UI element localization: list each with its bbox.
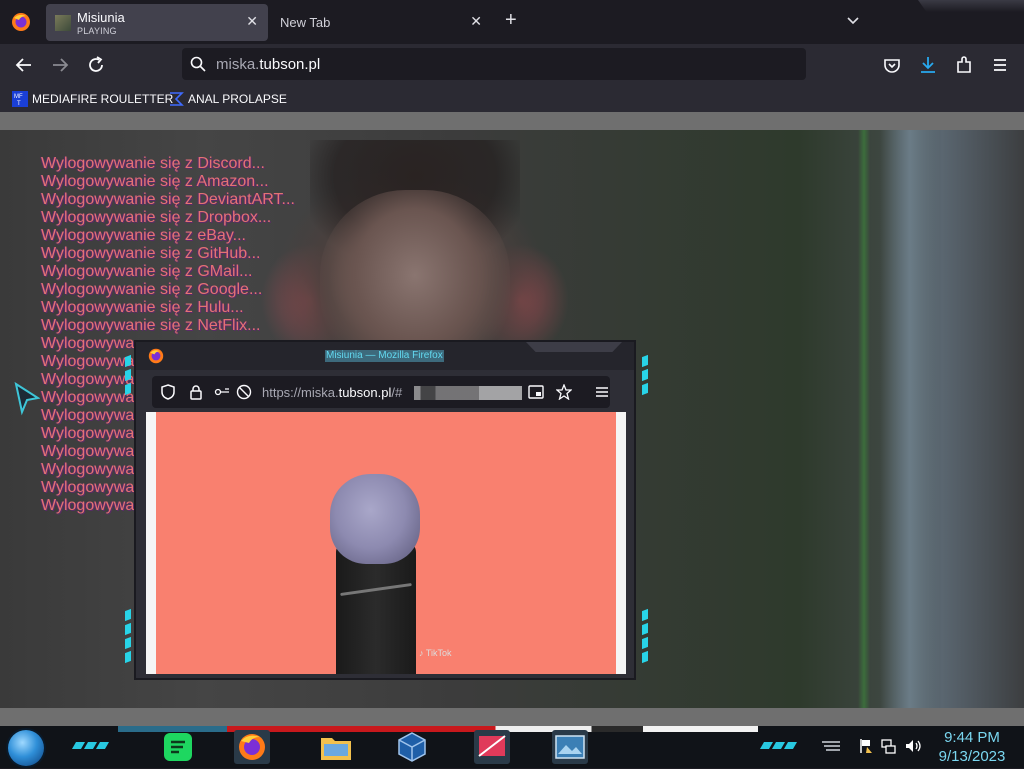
- search-icon: [190, 56, 206, 77]
- logout-line: Wylogowywanie się z GMail...: [41, 263, 253, 280]
- menu-icon[interactable]: [594, 384, 610, 405]
- url-hash: /#: [391, 385, 403, 400]
- lock-icon[interactable]: [188, 384, 204, 405]
- page-bottom-strip: [0, 708, 1024, 726]
- virtualbox-icon[interactable]: [394, 730, 430, 764]
- tab-new-tab[interactable]: New Tab ✕: [270, 4, 492, 41]
- extensions-icon[interactable]: [954, 55, 974, 75]
- window-side-lights: [642, 608, 648, 666]
- back-icon[interactable]: [14, 55, 34, 75]
- logout-line: Wylogowywanie się z Discord...: [41, 155, 265, 172]
- close-tab-icon[interactable]: ✕: [246, 13, 258, 30]
- permissions-icon[interactable]: [214, 384, 230, 405]
- url-host: tubson.pl: [259, 56, 321, 73]
- pocket-icon[interactable]: [882, 55, 902, 75]
- background-curtain: [880, 130, 940, 708]
- logout-line: Wylogowywanie się z Google...: [41, 281, 263, 298]
- svg-text:T: T: [17, 101, 21, 107]
- logout-line: Wylogowywanie się z GitHub...: [41, 245, 261, 262]
- popup-video-area[interactable]: ♪ TikTok: [146, 412, 626, 674]
- taskbar-decoration: [71, 736, 110, 749]
- taskbar-decoration: [759, 736, 798, 749]
- svg-text:MF: MF: [14, 94, 23, 100]
- background-light: [858, 130, 870, 708]
- taskbar-preview-strip: [118, 726, 758, 732]
- tiktok-watermark: ♪ TikTok: [419, 648, 452, 658]
- shield-icon[interactable]: [160, 384, 176, 405]
- tab-title: Misiunia: [77, 10, 125, 25]
- screen-capture-icon[interactable]: [474, 730, 510, 764]
- window-decoration: [526, 342, 622, 352]
- firefox-icon[interactable]: [234, 730, 270, 764]
- clock-date[interactable]: 9/13/2023: [930, 748, 1014, 765]
- url-text: miska.tubson.pl: [216, 56, 320, 73]
- tab-bar: Misiunia PLAYING ✕ New Tab ✕ +: [0, 0, 1024, 44]
- logout-line: Wylogowywanie się z Dropbox...: [41, 209, 272, 226]
- popup-address-bar[interactable]: https://miska.tubson.pl/#: [152, 376, 610, 408]
- bookmark-star-icon[interactable]: [555, 383, 573, 405]
- url-scheme: https://miska.: [262, 385, 339, 400]
- spotify-icon[interactable]: [160, 730, 196, 764]
- volume-icon[interactable]: [904, 738, 922, 759]
- sigma-icon: [168, 91, 184, 107]
- logout-line: Wylogowywanie się z NetFlix...: [41, 317, 261, 334]
- popup-url-text: https://miska.tubson.pl/#: [262, 385, 402, 400]
- window-side-lights: [125, 354, 131, 398]
- firefox-icon[interactable]: [11, 12, 31, 37]
- popup-firefox-window[interactable]: Misiunia — Mozilla Firefox https://miska…: [134, 340, 636, 680]
- bookmarks-toolbar: MF T MEDIAFIRE ROULETTER ANAL PROLAPSE: [0, 86, 1024, 112]
- address-bar[interactable]: miska.tubson.pl: [182, 48, 806, 80]
- show-desktop-icon[interactable]: [820, 740, 842, 759]
- mediafire-icon: MF T: [12, 91, 28, 107]
- clock-time[interactable]: 9:44 PM: [930, 729, 1014, 746]
- tab-misiunia[interactable]: Misiunia PLAYING ✕: [46, 4, 268, 41]
- picture-in-picture-icon[interactable]: [528, 384, 544, 405]
- taskbar: 9:44 PM 9/13/2023: [0, 726, 1024, 768]
- window-side-lights: [125, 608, 131, 666]
- url-host: tubson.pl: [338, 385, 392, 400]
- tab-title: New Tab: [280, 15, 331, 30]
- popup-titlebar[interactable]: Misiunia — Mozilla Firefox: [136, 342, 634, 370]
- logout-line: Wylogowywanie się z eBay...: [41, 227, 246, 244]
- url-subdomain: miska.: [216, 56, 260, 73]
- logout-line: Wylogowywanie się z Hulu...: [41, 299, 244, 316]
- downloads-icon[interactable]: [918, 55, 938, 75]
- bookmark-label: ANAL PROLAPSE: [188, 92, 287, 106]
- bookmark-label: MEDIAFIRE ROULETTER: [32, 92, 174, 106]
- file-explorer-icon[interactable]: [318, 730, 354, 764]
- new-tab-button[interactable]: +: [505, 10, 517, 30]
- action-center-flag-icon[interactable]: [858, 738, 874, 759]
- logout-line: Wylogowywanie się z DeviantART...: [41, 191, 295, 208]
- firefox-icon: [148, 348, 164, 369]
- close-tab-icon[interactable]: ✕: [470, 13, 482, 30]
- window-decoration: [918, 0, 1024, 12]
- network-icon[interactable]: [880, 738, 896, 759]
- mouse-cursor-icon: [14, 381, 41, 421]
- video-frame: ♪ TikTok: [156, 412, 616, 674]
- window-side-lights: [642, 354, 648, 398]
- menu-icon[interactable]: [990, 55, 1010, 75]
- reload-icon[interactable]: [86, 55, 106, 75]
- photo-viewer-icon[interactable]: [552, 730, 588, 764]
- url-hash-blocks: [414, 386, 522, 400]
- video-fist: [330, 474, 420, 564]
- logout-line: Wylogowywanie się z Amazon...: [41, 173, 269, 190]
- tab-favicon-icon: [55, 15, 71, 31]
- tab-playing-label: PLAYING: [77, 26, 117, 36]
- start-button[interactable]: [8, 730, 44, 766]
- autoplay-blocked-icon[interactable]: [236, 384, 252, 405]
- page-top-strip: [0, 112, 1024, 130]
- popup-window-title: Misiunia — Mozilla Firefox: [325, 350, 444, 362]
- chevron-down-icon[interactable]: [845, 13, 861, 34]
- forward-icon[interactable]: [50, 55, 70, 75]
